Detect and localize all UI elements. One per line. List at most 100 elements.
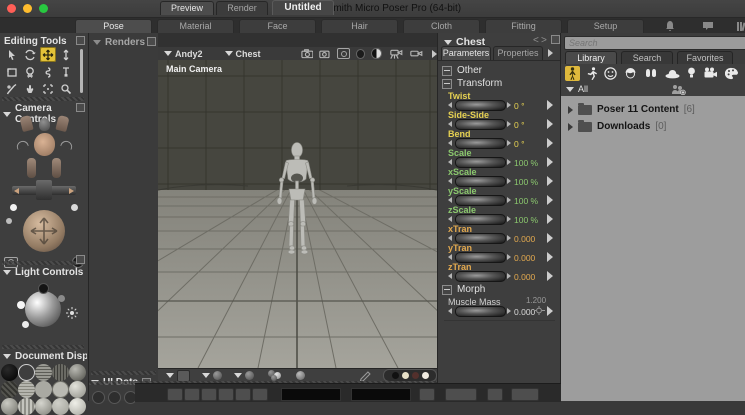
light-indicator-top[interactable] <box>38 283 49 294</box>
tab-pose[interactable]: Pose <box>75 19 152 33</box>
panel-separator[interactable] <box>2 97 84 101</box>
tab-parameters[interactable]: Parameters <box>441 46 491 60</box>
param-menu-button[interactable] <box>547 214 553 224</box>
category-figures-icon[interactable] <box>565 66 580 81</box>
param-menu-button[interactable] <box>547 100 553 110</box>
document-tab[interactable]: Untitled <box>272 0 334 15</box>
view-magnifier-tool[interactable] <box>58 81 74 96</box>
taper-tool[interactable] <box>58 64 74 79</box>
figure-menu[interactable]: Andy2 <box>175 49 203 59</box>
param-menu-button[interactable] <box>547 271 553 281</box>
chain-break-tool[interactable] <box>40 64 56 79</box>
grouping-tool[interactable] <box>40 81 56 96</box>
translate-tool[interactable] <box>40 47 56 62</box>
camera-controls-panel-menu-button[interactable] <box>76 103 85 112</box>
renders-panel-title[interactable]: Renders <box>93 37 145 48</box>
morph-brush-tool[interactable] <box>4 81 20 96</box>
tab-setup[interactable]: Setup <box>567 19 644 33</box>
category-cameras-icon[interactable] <box>703 67 718 80</box>
camera-name-label[interactable]: Main Camera <box>166 64 222 74</box>
panel-separator[interactable] <box>91 371 156 375</box>
background-color-swatch[interactable] <box>402 372 409 379</box>
display-style-wireframe[interactable] <box>35 364 52 381</box>
animating-camera-icon[interactable] <box>389 48 404 60</box>
parameters-panel-menu-button[interactable] <box>551 35 560 44</box>
light-controls-panel-menu-button[interactable] <box>76 255 85 264</box>
display-style-flat-lined[interactable] <box>18 381 35 398</box>
tab-hair[interactable]: Hair <box>321 19 398 33</box>
shadow-style-button[interactable] <box>213 371 222 380</box>
section-transform[interactable]: Transform <box>442 78 502 89</box>
panel-separator[interactable] <box>2 345 84 349</box>
tab-library[interactable]: Library <box>565 51 617 64</box>
depth-cue-toggle[interactable] <box>177 370 190 382</box>
renders-panel-menu-button[interactable] <box>147 37 156 46</box>
element-style-cluster[interactable] <box>268 370 284 381</box>
display-style-hidden-line[interactable] <box>52 364 69 381</box>
camera-dot-right[interactable] <box>71 204 78 211</box>
timeline-button[interactable] <box>184 388 200 401</box>
rotate-tool[interactable] <box>22 47 38 62</box>
library-books-icon[interactable] <box>736 20 745 32</box>
morph-dial-icon[interactable] <box>534 306 545 315</box>
viewport-canvas[interactable]: Main Camera <box>158 60 437 368</box>
twist-tool[interactable] <box>22 64 38 79</box>
category-hands-icon[interactable] <box>644 67 658 79</box>
param-menu-button[interactable] <box>547 195 553 205</box>
category-hair-icon[interactable] <box>624 67 637 79</box>
ztran-dial[interactable] <box>455 271 506 282</box>
face-camera-icon[interactable] <box>34 133 55 156</box>
display-style-flat-shaded[interactable] <box>1 381 18 398</box>
tab-search[interactable]: Search <box>621 51 673 64</box>
camera-bracket-icon[interactable] <box>318 48 331 59</box>
tab-material[interactable]: Material <box>157 19 234 33</box>
display-style-outline[interactable] <box>18 364 35 381</box>
category-poses-icon[interactable] <box>587 67 597 80</box>
select-tool[interactable] <box>4 47 20 62</box>
library-item-poser-11-content[interactable]: Poser 11 Content [6] <box>561 101 745 118</box>
left-hand-camera-icon[interactable] <box>19 115 33 132</box>
single-style-button[interactable] <box>296 371 305 380</box>
left-hand-icon[interactable] <box>27 158 36 178</box>
shadow-color-swatch[interactable] <box>412 372 419 379</box>
bell-icon[interactable] <box>664 20 676 32</box>
frame-counter-field[interactable] <box>281 388 341 401</box>
panel-separator[interactable] <box>2 261 84 265</box>
ui-dot[interactable] <box>108 391 121 404</box>
camera-icon[interactable] <box>301 48 314 59</box>
fly-around-right-icon[interactable] <box>60 139 74 150</box>
tab-render[interactable]: Render <box>216 1 268 15</box>
light-controls-title[interactable]: Light Controls <box>3 267 83 278</box>
dark-sphere-icon[interactable] <box>356 49 365 59</box>
tracking-ball-icon[interactable] <box>371 48 381 59</box>
actor-menu[interactable]: Chest <box>236 49 261 59</box>
timeline-button[interactable] <box>201 388 217 401</box>
expand-icon[interactable] <box>568 123 573 131</box>
parameter-tabs-more-button[interactable] <box>548 49 553 57</box>
tab-properties[interactable]: Properties <box>493 46 543 60</box>
light-indicator-right[interactable] <box>58 295 65 302</box>
right-hand-icon[interactable] <box>52 158 61 178</box>
prev-actor-button[interactable]: < <box>533 35 539 46</box>
ui-dot[interactable] <box>92 391 105 404</box>
figure-style-button[interactable] <box>245 371 254 380</box>
right-hand-camera-icon[interactable] <box>55 115 69 132</box>
flyaround-camera-icon[interactable] <box>409 48 424 60</box>
ground-color-swatch[interactable] <box>422 372 429 379</box>
param-menu-button[interactable] <box>547 176 553 186</box>
display-style-silhouette[interactable] <box>1 364 18 381</box>
translate-in-out-tool[interactable] <box>58 47 74 62</box>
param-menu-button[interactable] <box>547 157 553 167</box>
timeline-button[interactable] <box>511 388 539 401</box>
display-style-cartoon-line[interactable] <box>52 381 69 398</box>
expand-icon[interactable] <box>568 106 573 114</box>
category-expressions-icon[interactable] <box>604 67 617 80</box>
param-menu-button[interactable] <box>547 138 553 148</box>
display-style-smooth-shaded[interactable] <box>69 381 86 398</box>
editing-tools-panel-menu-button[interactable] <box>76 36 85 45</box>
display-style-cartoon[interactable] <box>35 381 52 398</box>
timeline-button[interactable] <box>445 388 477 401</box>
timeline-button[interactable] <box>167 388 183 401</box>
tab-preview[interactable]: Preview <box>160 1 214 15</box>
section-other[interactable]: Other <box>442 65 482 76</box>
